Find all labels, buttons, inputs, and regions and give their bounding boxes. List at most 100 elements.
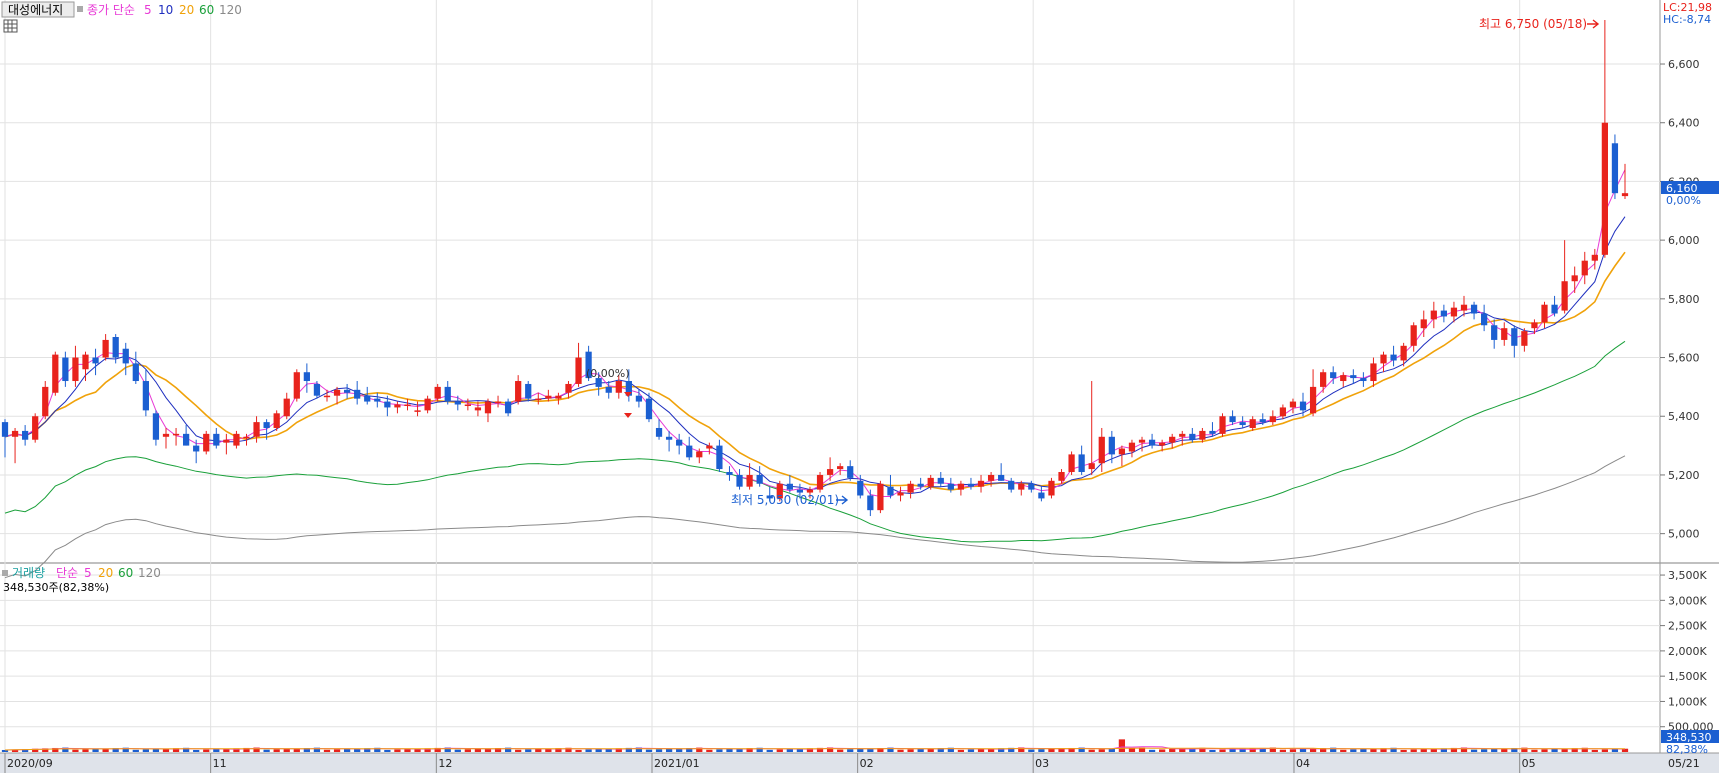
volume-bar [394,749,401,752]
volume-bar [1601,749,1608,752]
candle-body [1088,463,1095,470]
volume-bar [1289,749,1297,752]
candle-body [32,416,39,440]
legend-vol-ma120[interactable]: 120 [138,566,161,580]
candle-body [927,477,934,487]
stock-chart[interactable]: 6,6006,4006,2006,0005,8005,6005,4005,200… [0,0,1719,773]
candle-body [293,372,300,399]
volume-bar [967,749,975,752]
volume-bar [897,749,904,752]
volume-bar [1048,748,1055,752]
candle-body [394,404,401,408]
candle-body [484,401,492,414]
volume-bar [152,749,160,752]
candle-body [384,401,391,408]
candle-body [917,483,924,487]
legend-ma20[interactable]: 20 [179,3,194,17]
legend-price-ma-label[interactable]: 종가 단순 [87,3,135,17]
candle-body [947,483,954,490]
candle-body [172,433,180,436]
candle-body [907,483,914,493]
volume-bar [72,749,79,752]
stock-name[interactable]: 대성에너지 [8,3,63,17]
candle-body [323,395,331,398]
volume-bar [273,749,280,752]
candle-body [1128,442,1136,452]
candle-body [374,398,381,402]
candle-body [957,483,965,490]
volume-bar [1591,749,1598,752]
candle-body [233,433,240,446]
candle-body [1571,275,1578,282]
volume-bar [645,749,653,752]
legend-vol-ma60[interactable]: 60 [118,566,133,580]
legend-volume-simple[interactable]: 단순 [56,566,78,580]
volume-bar [1611,749,1619,752]
price-tick-label: 5,600 [1668,352,1700,365]
candle-body [424,398,431,411]
candle-body [686,445,693,458]
volume-bar [474,748,482,752]
candle-body [263,422,270,428]
candle-body [182,433,190,446]
candle-body [736,474,743,487]
volume-bar [1481,749,1488,752]
candle-body [1068,454,1075,473]
candle-body [545,395,552,399]
volume-bar [706,749,713,752]
volume-bar [283,748,290,752]
candle-body [354,389,361,399]
candle-body [1591,254,1598,261]
candle-body [665,436,673,440]
legend-vol-ma5[interactable]: 5 [84,566,92,580]
x-tick-label: 04 [1296,757,1310,770]
candle-body [1360,378,1367,382]
chart-grid [0,0,1719,773]
volume-bar [464,749,471,752]
candle-body [1249,419,1256,428]
candle-body [243,436,250,439]
candle-body [1541,304,1548,323]
volume-bar [766,749,773,752]
volume-bar [1551,748,1558,752]
candle-body [1299,401,1307,411]
price-tick-label: 6,000 [1668,234,1700,247]
candle-body [867,495,874,511]
volume-legend-marker-icon [2,570,8,576]
volume-bar [213,749,220,752]
candle-body [1611,143,1619,194]
candle-body [1400,345,1407,361]
volume-series [1,739,1629,752]
legend-ma5[interactable]: 5 [144,3,152,17]
candle-body [1390,354,1397,361]
table-toggle-icon[interactable] [3,19,18,33]
legend-vol-ma20[interactable]: 20 [98,566,113,580]
legend-ma10[interactable]: 10 [158,3,173,17]
volume-bar [203,749,210,752]
candle-body [515,381,522,402]
volume-bar [384,749,391,752]
volume-bar [1360,749,1367,752]
candle-body [1340,375,1347,382]
candle-body [152,413,160,440]
price-tick-label: 5,200 [1668,469,1700,482]
candle-body [655,427,663,437]
legend-ma120[interactable]: 120 [219,3,242,17]
chart-canvas[interactable]: 6,6006,4006,2006,0005,8005,6005,4005,200… [0,0,1719,773]
candle-body [1038,492,1045,499]
volume-bar [132,749,139,752]
candle-body [1440,310,1448,317]
volume-tick-label: 1,500K [1668,670,1707,683]
legend-ma60[interactable]: 60 [199,3,214,17]
legend-volume[interactable]: 거래량 [12,566,45,580]
volume-bar [1159,749,1166,752]
volume-bar [776,749,783,752]
volume-bar [1148,749,1156,752]
volume-bar [716,749,723,752]
candle-body [1209,430,1216,434]
candle-body [82,354,89,370]
candle-body [1330,372,1337,379]
volume-bar [1028,749,1035,752]
candle-body [877,483,884,511]
x-tick-label: 02 [860,757,874,770]
